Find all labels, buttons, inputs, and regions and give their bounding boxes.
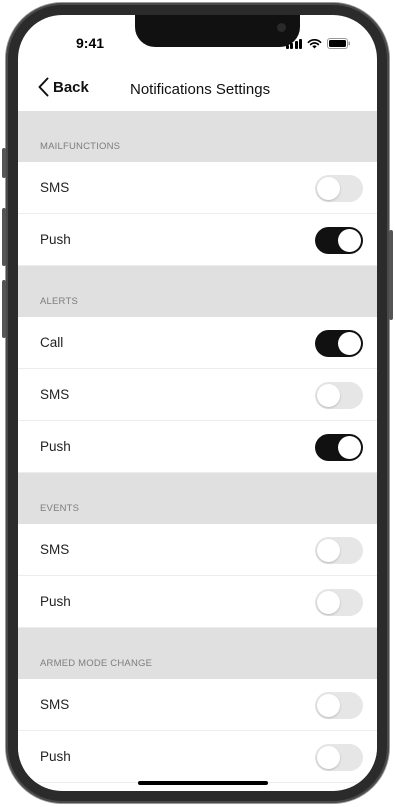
toggle-switch[interactable] [315,537,363,564]
row-label: SMS [40,542,70,557]
list-item: Call [18,317,377,369]
wifi-icon [307,38,322,49]
back-button[interactable]: Back [38,77,89,97]
section-header-mailfunctions: MAILFUNCTIONS [18,111,377,162]
section-header-label: EVENTS [40,503,80,514]
toggle-switch[interactable] [315,227,363,254]
toggle-knob [317,591,340,614]
row-label: Push [40,594,71,609]
list-item: SMS [18,524,377,576]
toggle-switch[interactable] [315,589,363,616]
toggle-knob [317,746,340,769]
toggle-knob [338,436,361,459]
section-header-label: ALERTS [40,296,78,307]
navigation-bar: Back Notifications Settings [18,67,377,111]
row-label: SMS [40,180,70,195]
toggle-knob [338,332,361,355]
section-header-label: MAILFUNCTIONS [40,141,121,152]
row-label: SMS [40,387,70,402]
toggle-knob [317,539,340,562]
toggle-knob [317,177,340,200]
volume-up-button [2,208,6,266]
list-item: Push [18,421,377,473]
volume-down-button [2,280,6,338]
screen: 9:41 Back Notifications Settings MAILFUN… [18,15,377,791]
list-item: SMS [18,369,377,421]
power-button [389,230,393,320]
list-item: SMS [18,679,377,731]
toggle-switch[interactable] [315,692,363,719]
back-label: Back [53,78,89,96]
section-header-armed-mode-change: ARMED MODE CHANGE [18,628,377,679]
toggle-switch[interactable] [315,175,363,202]
toggle-switch[interactable] [315,382,363,409]
notch [135,15,300,47]
list-item: Push [18,214,377,266]
row-label: Push [40,439,71,454]
section-header-alerts: ALERTS [18,266,377,317]
row-label: Push [40,232,71,247]
toggle-switch[interactable] [315,434,363,461]
home-indicator[interactable] [138,781,268,785]
toggle-knob [317,694,340,717]
mute-switch [2,148,6,178]
section-header-events: EVENTS [18,473,377,524]
row-label: Call [40,335,64,350]
status-time: 9:41 [76,35,105,51]
signal-icon [285,39,302,49]
camera-icon [277,23,286,32]
toggle-switch[interactable] [315,330,363,357]
list-item: Push [18,731,377,783]
toggle-knob [317,384,340,407]
row-label: SMS [40,697,70,712]
settings-list: MAILFUNCTIONS SMS Push ALERTS Call SMS P… [18,111,377,783]
toggle-switch[interactable] [315,744,363,771]
battery-icon [327,38,351,49]
chevron-left-icon [38,77,49,97]
toggle-knob [338,229,361,252]
row-label: Push [40,749,71,764]
section-header-label: ARMED MODE CHANGE [40,658,153,669]
page-title: Notifications Settings [130,81,271,98]
list-item: SMS [18,162,377,214]
list-item: Push [18,576,377,628]
status-icons [285,37,352,49]
